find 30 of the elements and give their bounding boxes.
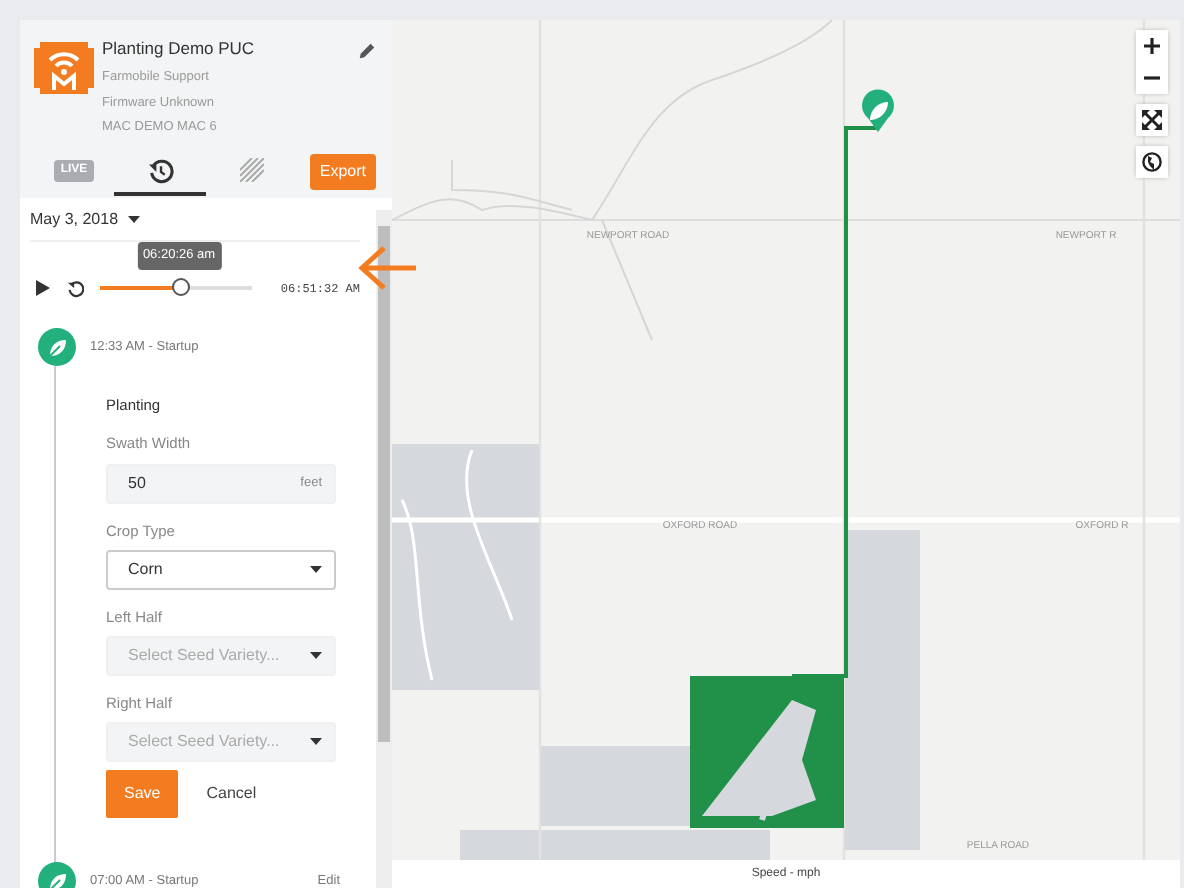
map-pin-icon bbox=[862, 89, 894, 132]
zoom-out-button[interactable] bbox=[1136, 62, 1168, 94]
fullscreen-icon bbox=[1142, 110, 1162, 131]
history-icon bbox=[147, 157, 173, 183]
hatch-icon bbox=[240, 158, 264, 182]
fullscreen-button[interactable] bbox=[1136, 104, 1168, 136]
pencil-icon[interactable] bbox=[358, 42, 376, 60]
caret-icon bbox=[310, 652, 322, 660]
scrollbar-thumb[interactable] bbox=[378, 226, 390, 742]
globe-button[interactable] bbox=[1136, 146, 1168, 178]
play-icon[interactable] bbox=[36, 280, 50, 296]
slider-thumb[interactable] bbox=[171, 278, 190, 296]
date-picker[interactable]: May 3, 2018 bbox=[30, 207, 119, 231]
globe-icon bbox=[1142, 152, 1162, 173]
caret-icon[interactable] bbox=[128, 215, 141, 223]
plus-icon bbox=[1144, 38, 1160, 55]
cancel-button[interactable]: Cancel bbox=[194, 780, 269, 809]
caret-icon bbox=[310, 738, 322, 747]
device-logo-icon bbox=[34, 36, 94, 100]
device-name: Planting Demo PUC bbox=[102, 36, 257, 62]
leaf-icon bbox=[47, 337, 67, 357]
leaf-icon bbox=[47, 871, 67, 888]
select-field[interactable]: Corn bbox=[106, 549, 336, 590]
caret-icon bbox=[310, 565, 322, 574]
history-tab[interactable] bbox=[114, 157, 206, 195]
export-button[interactable]: Export bbox=[309, 154, 376, 190]
replay-icon[interactable] bbox=[66, 279, 84, 297]
arrow-icon bbox=[358, 244, 418, 292]
zoom-in-button[interactable] bbox=[1136, 30, 1168, 62]
save-button[interactable]: Save bbox=[106, 770, 179, 819]
